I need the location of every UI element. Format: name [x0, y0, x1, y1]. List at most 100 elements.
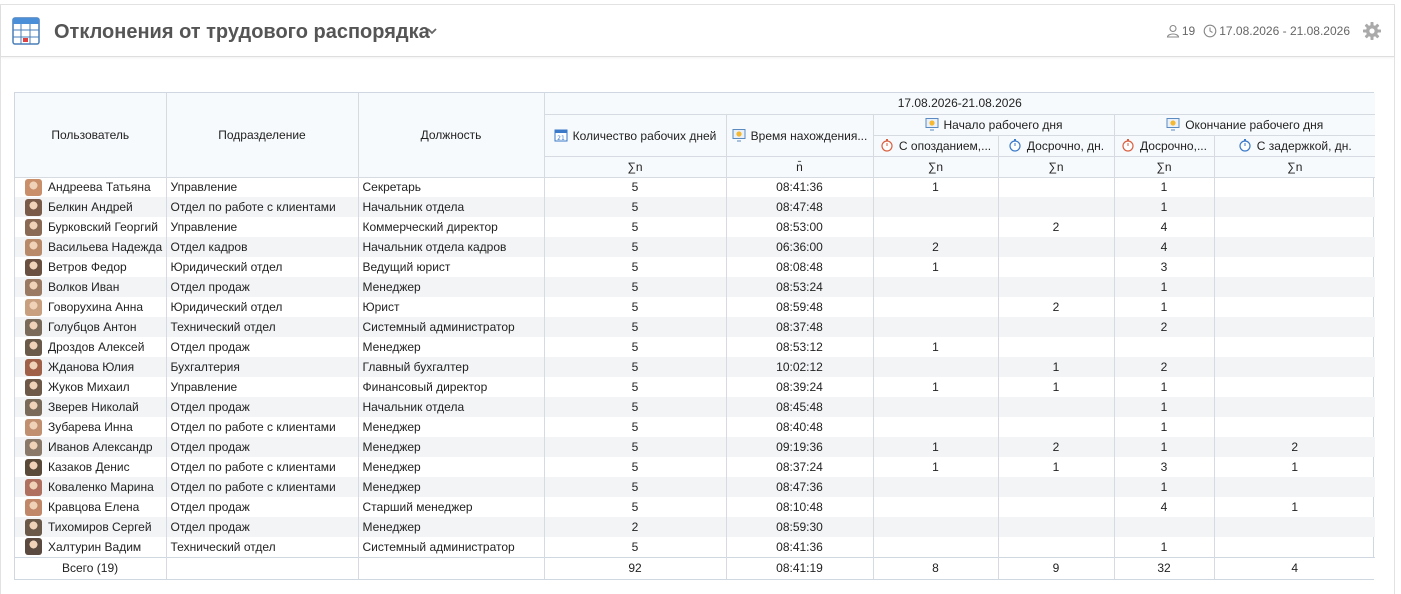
gear-icon[interactable]	[1362, 21, 1382, 41]
user-cell[interactable]: Белкин Андрей	[15, 197, 167, 217]
table-row[interactable]: Тихомиров Сергей Отдел продаж Менеджер 2 08:…	[15, 517, 1376, 537]
table-row[interactable]: Андреева Татьяна Управление Секретарь 5 08:4…	[15, 177, 1375, 197]
table-row[interactable]: Ветров Федор Юридический отдел Ведущий юри…	[15, 257, 1375, 277]
department-cell: Отдел продаж	[166, 437, 359, 457]
time-cell: 08:40:48	[726, 417, 874, 437]
col-header-position[interactable]: Должность	[358, 93, 545, 178]
table-row[interactable]: Коваленко Марина Отдел по работе с клиент…	[15, 477, 1376, 497]
table-row[interactable]: Казаков Денис Отдел по работе с клиентами…	[15, 457, 1375, 477]
department-cell: Отдел продаж	[166, 277, 359, 297]
table-row[interactable]: Волков Иван Отдел продаж Менеджер 5 08:53:24…	[15, 277, 1376, 297]
early-start-cell	[998, 497, 1115, 517]
time-cell: 08:53:00	[726, 217, 874, 237]
time-cell: 08:08:48	[726, 257, 874, 277]
user-name: Дроздов Алексей	[48, 340, 145, 354]
workdays-cell: 5	[544, 197, 727, 217]
chevron-down-icon[interactable]	[424, 25, 440, 39]
col-header-time-label: Время нахождения...	[750, 128, 868, 143]
avatar	[25, 418, 42, 436]
user-cell[interactable]: Зверев Николай	[15, 397, 167, 417]
user-cell[interactable]: Тихомиров Сергей	[15, 517, 167, 537]
user-cell[interactable]: Говорухина Анна	[15, 297, 167, 317]
time-cell: 10:02:12	[726, 357, 874, 377]
totals-late: 8	[873, 556, 999, 579]
table-row[interactable]: Бурковский Георгий Управление Коммерческий…	[15, 217, 1375, 237]
workdays-cell: 5	[544, 297, 727, 317]
avatar	[25, 518, 42, 536]
col-header-department[interactable]: Подразделение	[166, 93, 359, 178]
stopwatch-icon	[1122, 139, 1134, 152]
col-header-early-end[interactable]: Досрочно,...	[1114, 135, 1215, 157]
agg-workdays: ∑n	[544, 156, 727, 178]
early-end-cell: 2	[1114, 357, 1215, 377]
early-start-cell	[998, 237, 1115, 257]
stopwatch-icon	[1239, 139, 1251, 152]
user-cell[interactable]: Зубарева Инна	[15, 417, 167, 437]
user-cell[interactable]: Жуков Михаил	[15, 377, 167, 397]
table-row[interactable]: Жуков Михаил Управление Финансовый директо…	[15, 377, 1375, 397]
table-row[interactable]: Васильева Надежда Отдел кадров Начальник о…	[15, 237, 1376, 257]
table-row[interactable]: Иванов Александр Отдел продаж Менеджер 5 09:…	[15, 437, 1376, 457]
user-name: Кравцова Елена	[48, 500, 140, 514]
svg-text:21: 21	[557, 135, 565, 142]
table-row[interactable]: Зубарева Инна Отдел по работе с клиентами…	[15, 417, 1375, 437]
late-cell	[873, 317, 999, 337]
col-header-early-end-label: Досрочно,...	[1140, 139, 1207, 153]
col-header-late[interactable]: С опозданием,...	[873, 135, 999, 157]
workdays-cell: 5	[544, 497, 727, 517]
late-cell: 1	[873, 437, 999, 457]
position-cell: Менеджер	[358, 437, 545, 457]
user-cell[interactable]: Халтурин Вадим	[15, 537, 167, 557]
early-end-cell: 4	[1114, 217, 1215, 237]
table-row[interactable]: Халтурин Вадим Технический отдел Системный…	[15, 537, 1375, 557]
table-row[interactable]: Белкин Андрей Отдел по работе с клиентами…	[15, 197, 1376, 217]
early-start-cell	[998, 257, 1115, 277]
workdays-cell: 5	[544, 437, 727, 457]
user-cell[interactable]: Волков Иван	[15, 277, 167, 297]
delay-cell	[1214, 177, 1375, 197]
user-cell[interactable]: Жданова Юлия	[15, 357, 167, 377]
delay-cell	[1214, 197, 1376, 217]
time-cell: 08:39:24	[726, 377, 874, 397]
col-header-delay[interactable]: С задержкой, дн.	[1214, 135, 1376, 157]
user-name: Бурковский Георгий	[48, 220, 158, 234]
user-name: Жданова Юлия	[48, 360, 135, 374]
user-cell[interactable]: Кравцова Елена	[15, 497, 167, 517]
user-cell[interactable]: Голубцов Антон	[15, 317, 167, 337]
col-header-workdays[interactable]: 21 Количество рабочих дней	[544, 114, 727, 157]
user-cell[interactable]: Ветров Федор	[15, 257, 167, 277]
table-row[interactable]: Говорухина Анна Юридический отдел Юрист 5 08…	[15, 297, 1375, 317]
early-end-cell: 2	[1114, 317, 1215, 337]
late-cell	[873, 517, 999, 537]
table-row[interactable]: Жданова Юлия Бухгалтерия Главный бухгалтер…	[15, 357, 1376, 377]
table-row[interactable]: Голубцов Антон Технический отдел Системный…	[15, 317, 1376, 337]
user-cell[interactable]: Васильева Надежда	[15, 237, 167, 257]
user-cell[interactable]: Бурковский Георгий	[15, 217, 167, 237]
table-row[interactable]: Дроздов Алексей Отдел продаж Менеджер 5 08:5…	[15, 337, 1375, 357]
early-start-cell	[998, 317, 1115, 337]
user-name: Халтурин Вадим	[48, 539, 142, 554]
user-cell[interactable]: Андреева Татьяна	[15, 177, 167, 197]
col-header-time[interactable]: Время нахождения...	[726, 114, 874, 157]
department-cell: Управление	[166, 177, 359, 197]
user-cell[interactable]: Дроздов Алексей	[15, 337, 167, 357]
user-cell[interactable]: Иванов Александр	[15, 437, 167, 457]
late-cell: 1	[873, 337, 999, 357]
period-header: 17.08.2026-21.08.2026	[544, 93, 1376, 115]
monitor-clock-icon	[732, 128, 746, 141]
date-range[interactable]: 17.08.2026 - 21.08.2026	[1219, 24, 1350, 38]
col-header-user[interactable]: Пользователь	[15, 93, 167, 178]
table-row[interactable]: Кравцова Елена Отдел продаж Старший менедж…	[15, 497, 1375, 517]
time-cell: 06:36:00	[726, 237, 874, 257]
user-cell[interactable]: Коваленко Марина	[15, 477, 167, 497]
early-end-cell: 4	[1114, 237, 1215, 257]
avatar	[25, 358, 42, 376]
workdays-cell: 5	[544, 217, 727, 237]
position-cell: Начальник отдела	[358, 197, 545, 217]
table-row[interactable]: Зверев Николай Отдел продаж Начальник отде…	[15, 397, 1376, 417]
user-cell[interactable]: Казаков Денис	[15, 457, 167, 477]
avatar	[25, 318, 42, 336]
col-header-early-start[interactable]: Досрочно, дн.	[998, 135, 1115, 157]
time-cell: 08:41:36	[726, 177, 874, 197]
time-cell: 08:59:48	[726, 297, 874, 317]
